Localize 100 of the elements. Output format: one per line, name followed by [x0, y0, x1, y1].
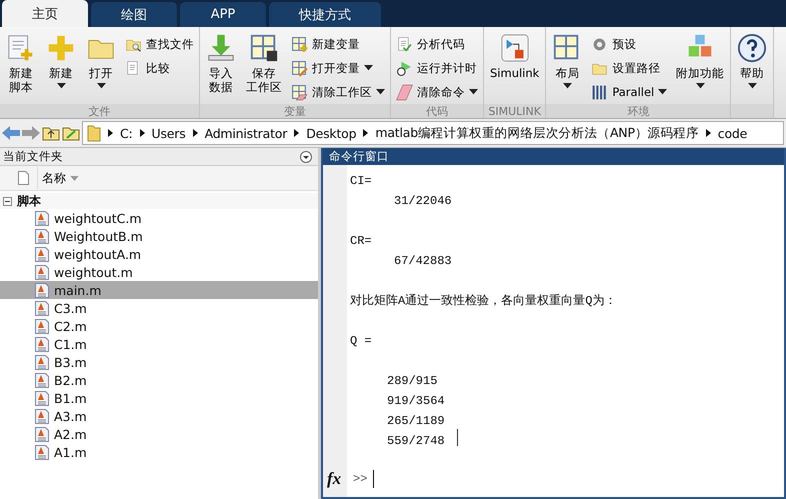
group-label: 环境	[627, 104, 650, 118]
play-clock-icon	[396, 60, 413, 76]
file-name: C3.m	[54, 300, 87, 316]
help-icon	[737, 33, 768, 63]
folder-up-icon[interactable]	[42, 125, 60, 141]
tab[interactable]: 绘图	[91, 2, 177, 27]
tab[interactable]: 快捷方式	[269, 2, 381, 27]
separator-arrow-icon	[140, 129, 145, 137]
file-name: A1.m	[54, 444, 87, 460]
toolbar-button[interactable]: 附加功能	[673, 31, 728, 104]
output-line: 265/1189	[387, 413, 445, 430]
column-header[interactable]: 名称	[37, 167, 83, 189]
tab[interactable]: APP	[180, 2, 266, 27]
download-arrow-icon	[206, 33, 236, 63]
file-row[interactable]: A1.m	[0, 443, 318, 461]
file-name: weightoutC.m	[54, 210, 142, 226]
script-file-icon	[35, 372, 49, 388]
file-row[interactable]: C1.m	[0, 335, 318, 353]
caret-icon	[469, 89, 478, 95]
blank-document-icon	[18, 171, 29, 185]
gear-icon	[591, 36, 608, 52]
script-file-icon	[35, 264, 49, 280]
output-line: Q =	[350, 333, 372, 350]
toolbar-button[interactable]: 打开	[83, 31, 119, 104]
grid-plus-icon	[291, 36, 308, 52]
toolbar-button[interactable]: 查找文件	[123, 33, 196, 55]
sort-caret-icon	[70, 176, 79, 180]
toolbar-button[interactable]: 清除工作区	[289, 81, 387, 103]
toolbar-button[interactable]: 分析代码	[394, 33, 480, 55]
tab[interactable]: 主页	[2, 0, 88, 27]
toolbar-button[interactable]: 比较	[123, 57, 196, 79]
path-segment[interactable]: C:	[120, 126, 133, 140]
file-row[interactable]: A2.m	[0, 425, 318, 443]
address-bar[interactable]: C: Users Administrator Desktop matlab编程计算权重的网络层次分析法（ANP）源码程序 code	[82, 121, 784, 145]
separator-arrow-icon	[363, 129, 368, 137]
script-file-icon	[35, 390, 49, 406]
file-row[interactable]: weightoutA.m	[0, 245, 318, 263]
file-row[interactable]: weightout.m	[0, 263, 318, 281]
file-row[interactable]: main.m	[0, 281, 318, 299]
toolbar-button[interactable]: 布局	[549, 31, 586, 104]
file-row[interactable]: weightoutC.m	[0, 209, 318, 227]
output-line: CI=	[350, 173, 372, 190]
toolbar-button[interactable]: 设置路径	[589, 57, 670, 79]
file-row[interactable]: C2.m	[0, 317, 318, 335]
separator-arrow-icon	[706, 129, 711, 137]
folder-icon	[87, 124, 101, 142]
toolbar-button[interactable]: Parallel	[589, 81, 670, 103]
panel-menu-icon[interactable]	[300, 150, 312, 162]
panel-title: 命令行窗口	[329, 149, 389, 164]
toolbar-button[interactable]: 预设	[589, 33, 670, 55]
toolbar-button[interactable]: Simulink	[487, 31, 542, 104]
output-line: 31/22046	[394, 193, 452, 210]
toolbar-button[interactable]: 导入 数据	[203, 31, 239, 104]
caret-icon	[56, 83, 66, 89]
tree-folder-row[interactable]: 脚本	[0, 193, 318, 209]
file-name: A2.m	[54, 426, 87, 442]
caret-icon	[364, 65, 373, 71]
toolbar-button[interactable]: 新建	[43, 31, 79, 104]
collapse-icon[interactable]	[3, 196, 12, 206]
file-name: B1.m	[54, 390, 87, 406]
file-row[interactable]: C3.m	[0, 299, 318, 317]
path-segment[interactable]: Users	[152, 126, 186, 140]
command-prompt: >>	[353, 472, 368, 486]
file-name: A3.m	[54, 408, 87, 424]
file-row[interactable]: WeightoutB.m	[0, 227, 318, 245]
back-arrow-icon[interactable]	[2, 126, 20, 140]
function-browser-button[interactable]: fx	[323, 469, 347, 489]
grid-pencil-icon	[291, 60, 308, 76]
toolbar-button[interactable]: 打开变量	[289, 57, 387, 79]
script-file-icon	[35, 354, 49, 370]
bars-icon	[591, 84, 608, 100]
folder-browse-icon[interactable]	[62, 125, 80, 141]
path-segment[interactable]: Desktop	[306, 126, 356, 140]
toolbar-button[interactable]: 新建 脚本	[3, 31, 39, 104]
document-check-icon	[396, 36, 413, 52]
file-row[interactable]: A3.m	[0, 407, 318, 425]
toolbar-button[interactable]: 运行并计时	[394, 57, 480, 79]
caret-icon	[658, 89, 668, 95]
file-row[interactable]: B2.m	[0, 371, 318, 389]
caret-icon	[562, 83, 572, 89]
file-name: C1.m	[54, 336, 87, 352]
file-row[interactable]: B3.m	[0, 353, 318, 371]
path-segment[interactable]: matlab编程计算权重的网络层次分析法（ANP）源码程序	[375, 124, 699, 142]
eraser-icon	[396, 84, 413, 100]
toolbar-button[interactable]: 清除命令	[394, 81, 480, 103]
path-segment[interactable]: code	[718, 126, 748, 140]
script-file-icon	[35, 246, 49, 262]
toolbar-button[interactable]: 保存 工作区	[243, 31, 285, 104]
file-row[interactable]: B1.m	[0, 389, 318, 407]
group-label: 文件	[88, 104, 110, 118]
separator-arrow-icon	[192, 129, 198, 137]
toolbar-button[interactable]: 帮助	[734, 31, 770, 104]
grid-eraser-icon	[291, 84, 308, 100]
script-file-icon	[35, 336, 49, 352]
output-line: 559/2748	[387, 433, 445, 450]
output-line: CR=	[350, 233, 372, 250]
caret-icon	[376, 89, 385, 95]
path-segment[interactable]: Administrator	[204, 126, 288, 140]
toolbar-button[interactable]: 新建变量	[289, 33, 387, 55]
folder-label: 脚本	[17, 192, 41, 210]
